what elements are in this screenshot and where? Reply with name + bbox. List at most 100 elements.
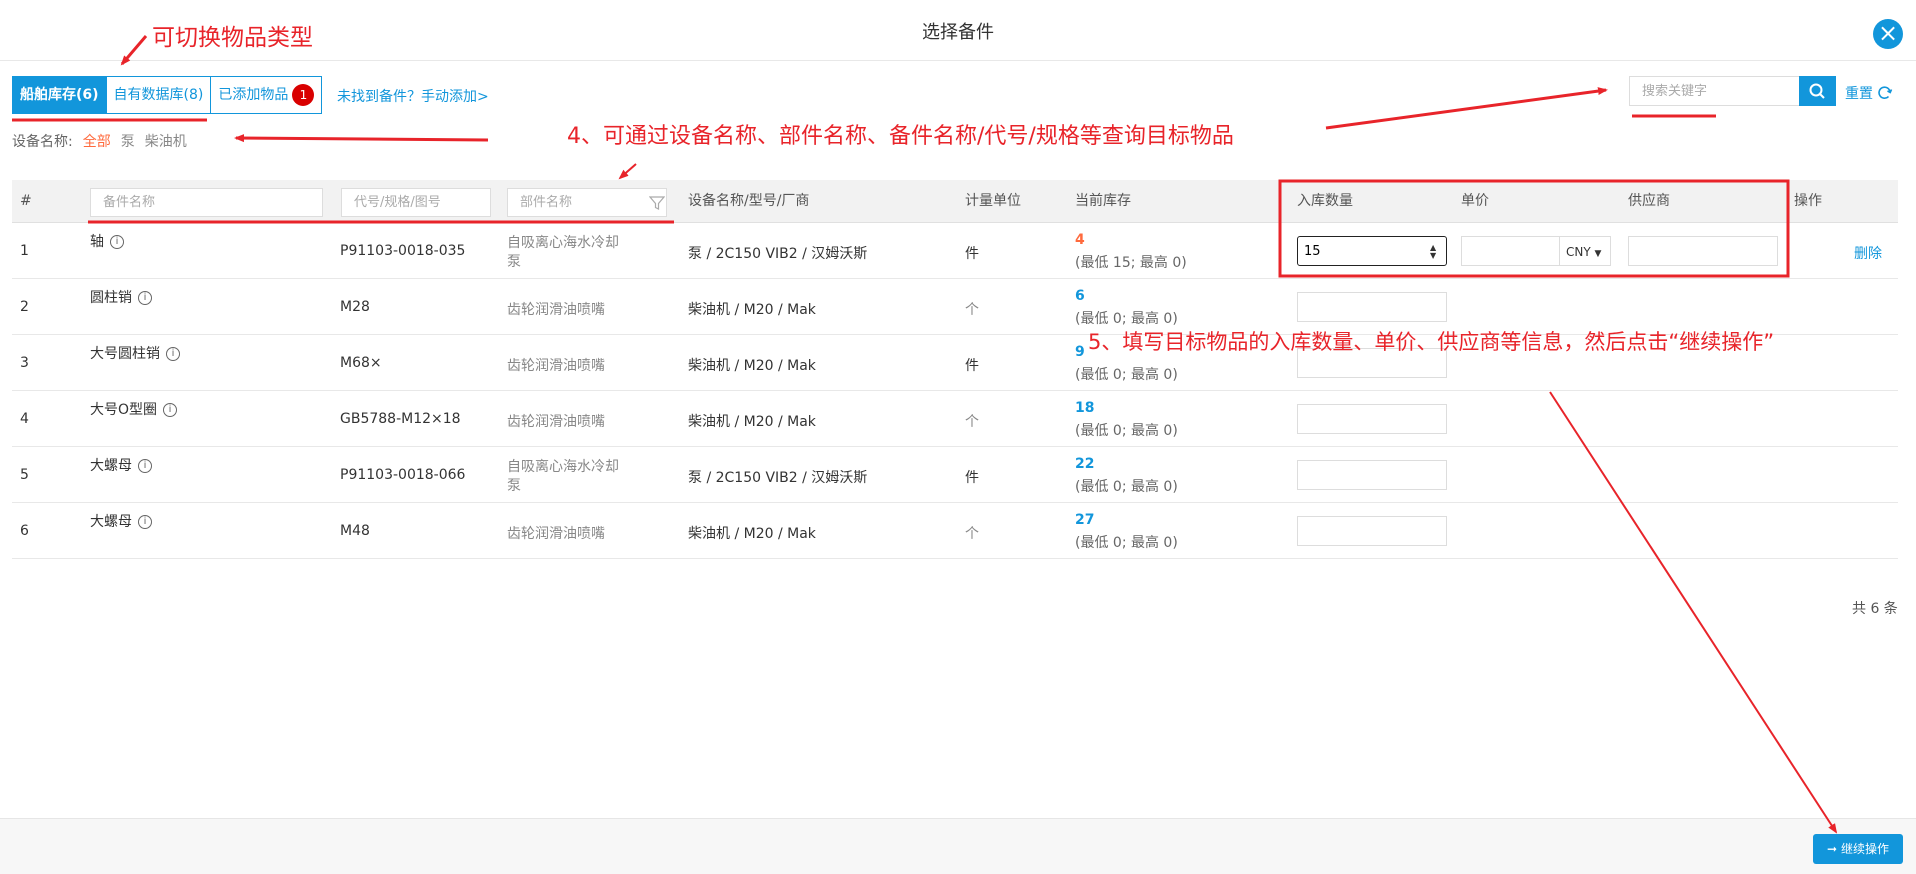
stock-range: (最低 0; 最高 0) <box>1075 423 1178 439</box>
equipment-info: 柴油机 / M20 / Mak <box>688 526 816 542</box>
refresh-icon <box>1878 86 1893 99</box>
quantity-input[interactable] <box>1297 516 1447 546</box>
item-type-tabs: 船舶库存(6) 自有数据库(8) 已添加物品 1 <box>12 76 323 114</box>
table-header: # 设备名称/型号/厂商 计量单位 当前库存 入库数量 单价 供应商 操作 <box>12 180 1898 223</box>
table-row: 4 大号O型圈 i GB5788-M12×18 齿轮润滑油喷嘴 柴油机 / M20… <box>12 391 1898 447</box>
continue-button[interactable]: ➞ 继续操作 <box>1813 834 1903 864</box>
unit: 件 <box>965 246 979 262</box>
tab-ship-inventory[interactable]: 船舶库存(6) <box>12 76 107 114</box>
part-code: M28 <box>340 299 370 315</box>
info-icon[interactable]: i <box>166 347 180 361</box>
search-icon <box>1809 83 1825 99</box>
arrow-right-icon: ➞ <box>1827 842 1838 856</box>
unit: 个 <box>965 302 979 318</box>
info-icon[interactable]: i <box>138 515 152 529</box>
table-row: 6 大螺母 i M48 齿轮润滑油喷嘴 柴油机 / M20 / Mak 个 27 … <box>12 503 1898 559</box>
stock-range: (最低 15; 最高 0) <box>1075 255 1187 271</box>
header-index: # <box>20 193 32 209</box>
row-index: 6 <box>20 523 29 539</box>
equipment-info: 柴油机 / M20 / Mak <box>688 358 816 374</box>
added-count-badge: 1 <box>292 84 315 106</box>
part-name-text: 轴 <box>90 234 104 250</box>
equipment-info: 柴油机 / M20 / Mak <box>688 302 816 318</box>
part-name-text: 大号圆柱销 <box>90 346 160 362</box>
stock-quantity: 9 <box>1075 344 1085 360</box>
header-price: 单价 <box>1461 193 1489 209</box>
unit: 件 <box>965 358 979 374</box>
equipment-filter-label: 设备名称: <box>12 134 73 150</box>
filter-icon[interactable] <box>649 195 665 211</box>
part-name: 轴i <box>90 231 124 251</box>
equipment-filter: 设备名称: 全部 泵 柴油机 <box>12 131 187 151</box>
header-action: 操作 <box>1794 193 1822 209</box>
select-spare-parts-modal: 选择备件 × 船舶库存(6) 自有数据库(8) 已添加物品 1 未找到备件？手动添… <box>0 0 1916 874</box>
code-filter-input[interactable] <box>341 188 491 217</box>
part-code: M68× <box>340 355 382 371</box>
unit: 个 <box>965 414 979 430</box>
component-name: 齿轮润滑油喷嘴 <box>507 414 605 430</box>
caret-down-icon: ▼ <box>1594 249 1602 259</box>
stock-quantity: 4 <box>1075 232 1085 248</box>
filter-option-pump[interactable]: 泵 <box>121 131 135 151</box>
tab-label: 自有数据库(8) <box>113 87 204 103</box>
tab-label: 已添加物品 <box>218 87 289 103</box>
delete-link[interactable]: 删除 <box>1854 243 1882 263</box>
quantity-stepper[interactable]: ▲ ▼ <box>1430 244 1436 260</box>
stock-quantity: 27 <box>1075 512 1095 528</box>
tab-own-database[interactable]: 自有数据库(8) <box>106 76 212 114</box>
row-index: 1 <box>20 243 29 259</box>
header-unit: 计量单位 <box>965 193 1021 209</box>
header-equipment: 设备名称/型号/厂商 <box>688 193 810 209</box>
component-name: 自吸离心海水冷却 <box>507 459 619 475</box>
modal-footer <box>0 818 1916 874</box>
part-name: 大螺母 i <box>90 455 152 475</box>
stock-range: (最低 0; 最高 0) <box>1075 367 1178 383</box>
info-icon[interactable]: i <box>138 291 152 305</box>
part-name-filter-input[interactable] <box>90 188 323 217</box>
annotation-search-tip: 4、可通过设备名称、部件名称、备件名称/代号/规格等查询目标物品 <box>567 124 1234 149</box>
equipment-info: 泵 / 2C150 VIB2 / 汉姆沃斯 <box>688 470 868 486</box>
search-input[interactable] <box>1629 76 1799 106</box>
component-filter-input[interactable] <box>507 188 667 217</box>
header-divider <box>0 60 1916 61</box>
quantity-input[interactable] <box>1297 236 1447 266</box>
stock-range: (最低 0; 最高 0) <box>1075 311 1178 327</box>
quantity-input[interactable] <box>1297 460 1447 490</box>
currency-select[interactable]: CNY ▼ <box>1559 236 1611 266</box>
equipment-info: 泵 / 2C150 VIB2 / 汉姆沃斯 <box>688 246 868 262</box>
part-code: P91103-0018-035 <box>340 243 466 259</box>
supplier-input[interactable] <box>1628 236 1778 266</box>
annotation-fill-tip: 5、填写目标物品的入库数量、单价、供应商等信息，然后点击“继续操作” <box>1088 330 1775 354</box>
quantity-input[interactable] <box>1297 292 1447 322</box>
price-input[interactable] <box>1461 236 1559 266</box>
reset-label: 重置 <box>1845 86 1873 102</box>
unit: 个 <box>965 526 979 542</box>
component-name: 齿轮润滑油喷嘴 <box>507 358 605 374</box>
info-icon[interactable]: i <box>138 459 152 473</box>
table-row: 5 大螺母 i P91103-0018-066 自吸离心海水冷却 泵 泵 / 2C… <box>12 447 1898 503</box>
close-icon[interactable]: × <box>1873 19 1903 49</box>
quantity-input[interactable] <box>1297 404 1447 434</box>
header-supplier: 供应商 <box>1628 193 1670 209</box>
tab-added-items[interactable]: 已添加物品 1 <box>211 76 323 114</box>
part-name-text: 大螺母 <box>90 514 132 530</box>
filter-option-diesel[interactable]: 柴油机 <box>145 131 187 151</box>
reset-button[interactable]: 重置 <box>1845 83 1893 103</box>
part-name: 大号圆柱销 i <box>90 343 180 363</box>
row-index: 3 <box>20 355 29 371</box>
row-index: 4 <box>20 411 29 427</box>
info-icon[interactable]: i <box>163 403 178 417</box>
part-name-text: 大螺母 <box>90 458 132 474</box>
component-name: 自吸离心海水冷却 <box>507 235 619 251</box>
component-name-cont: 泵 <box>507 478 521 494</box>
info-icon[interactable]: i <box>110 235 124 249</box>
total-count: 共 6 条 <box>1852 601 1898 617</box>
equipment-info: 柴油机 / M20 / Mak <box>688 414 816 430</box>
search-button[interactable] <box>1799 76 1836 106</box>
part-code: P91103-0018-066 <box>340 467 466 483</box>
filter-option-all[interactable]: 全部 <box>83 131 111 151</box>
manual-add-link[interactable]: 未找到备件？手动添加> <box>337 86 489 106</box>
stock-quantity: 6 <box>1075 288 1085 304</box>
row-index: 2 <box>20 299 29 315</box>
currency-value: CNY <box>1566 245 1591 259</box>
